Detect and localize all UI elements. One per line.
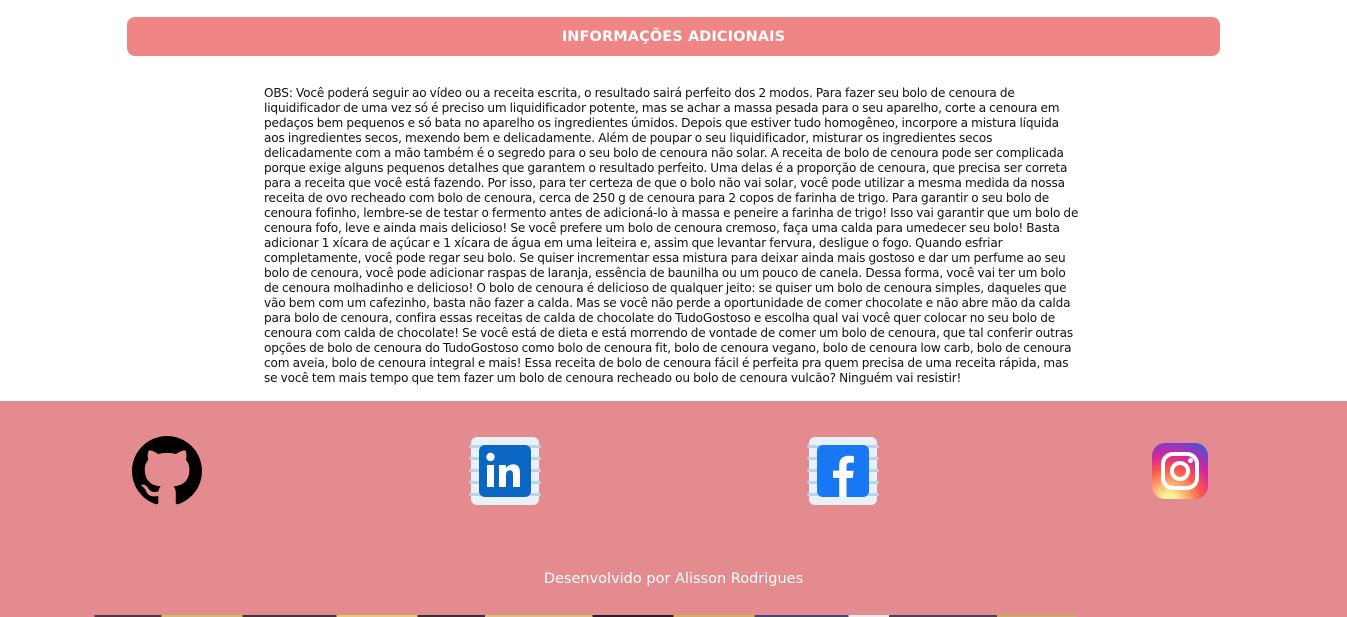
section-header: INFORMAÇÕES ADICIONAIS [127, 17, 1220, 56]
footer-credits: Desenvolvido por Alisson Rodrigues [543, 571, 804, 587]
instagram-link[interactable] [1140, 431, 1220, 511]
linkedin-icon [469, 437, 541, 505]
instagram-icon [1152, 443, 1208, 499]
linkedin-link[interactable] [465, 431, 545, 511]
github-link[interactable] [127, 431, 207, 511]
facebook-icon [807, 437, 879, 505]
github-icon [132, 436, 202, 505]
page: INFORMAÇÕES ADICIONAIS OBS: Você poderá … [0, 0, 1347, 617]
footer: Desenvolvido por Alisson Rodrigues [0, 401, 1347, 617]
section-title: INFORMAÇÕES ADICIONAIS [561, 28, 786, 45]
additional-info-text: OBS: Você poderá seguir ao vídeo ou a re… [264, 86, 1079, 385]
facebook-link[interactable] [803, 431, 883, 511]
